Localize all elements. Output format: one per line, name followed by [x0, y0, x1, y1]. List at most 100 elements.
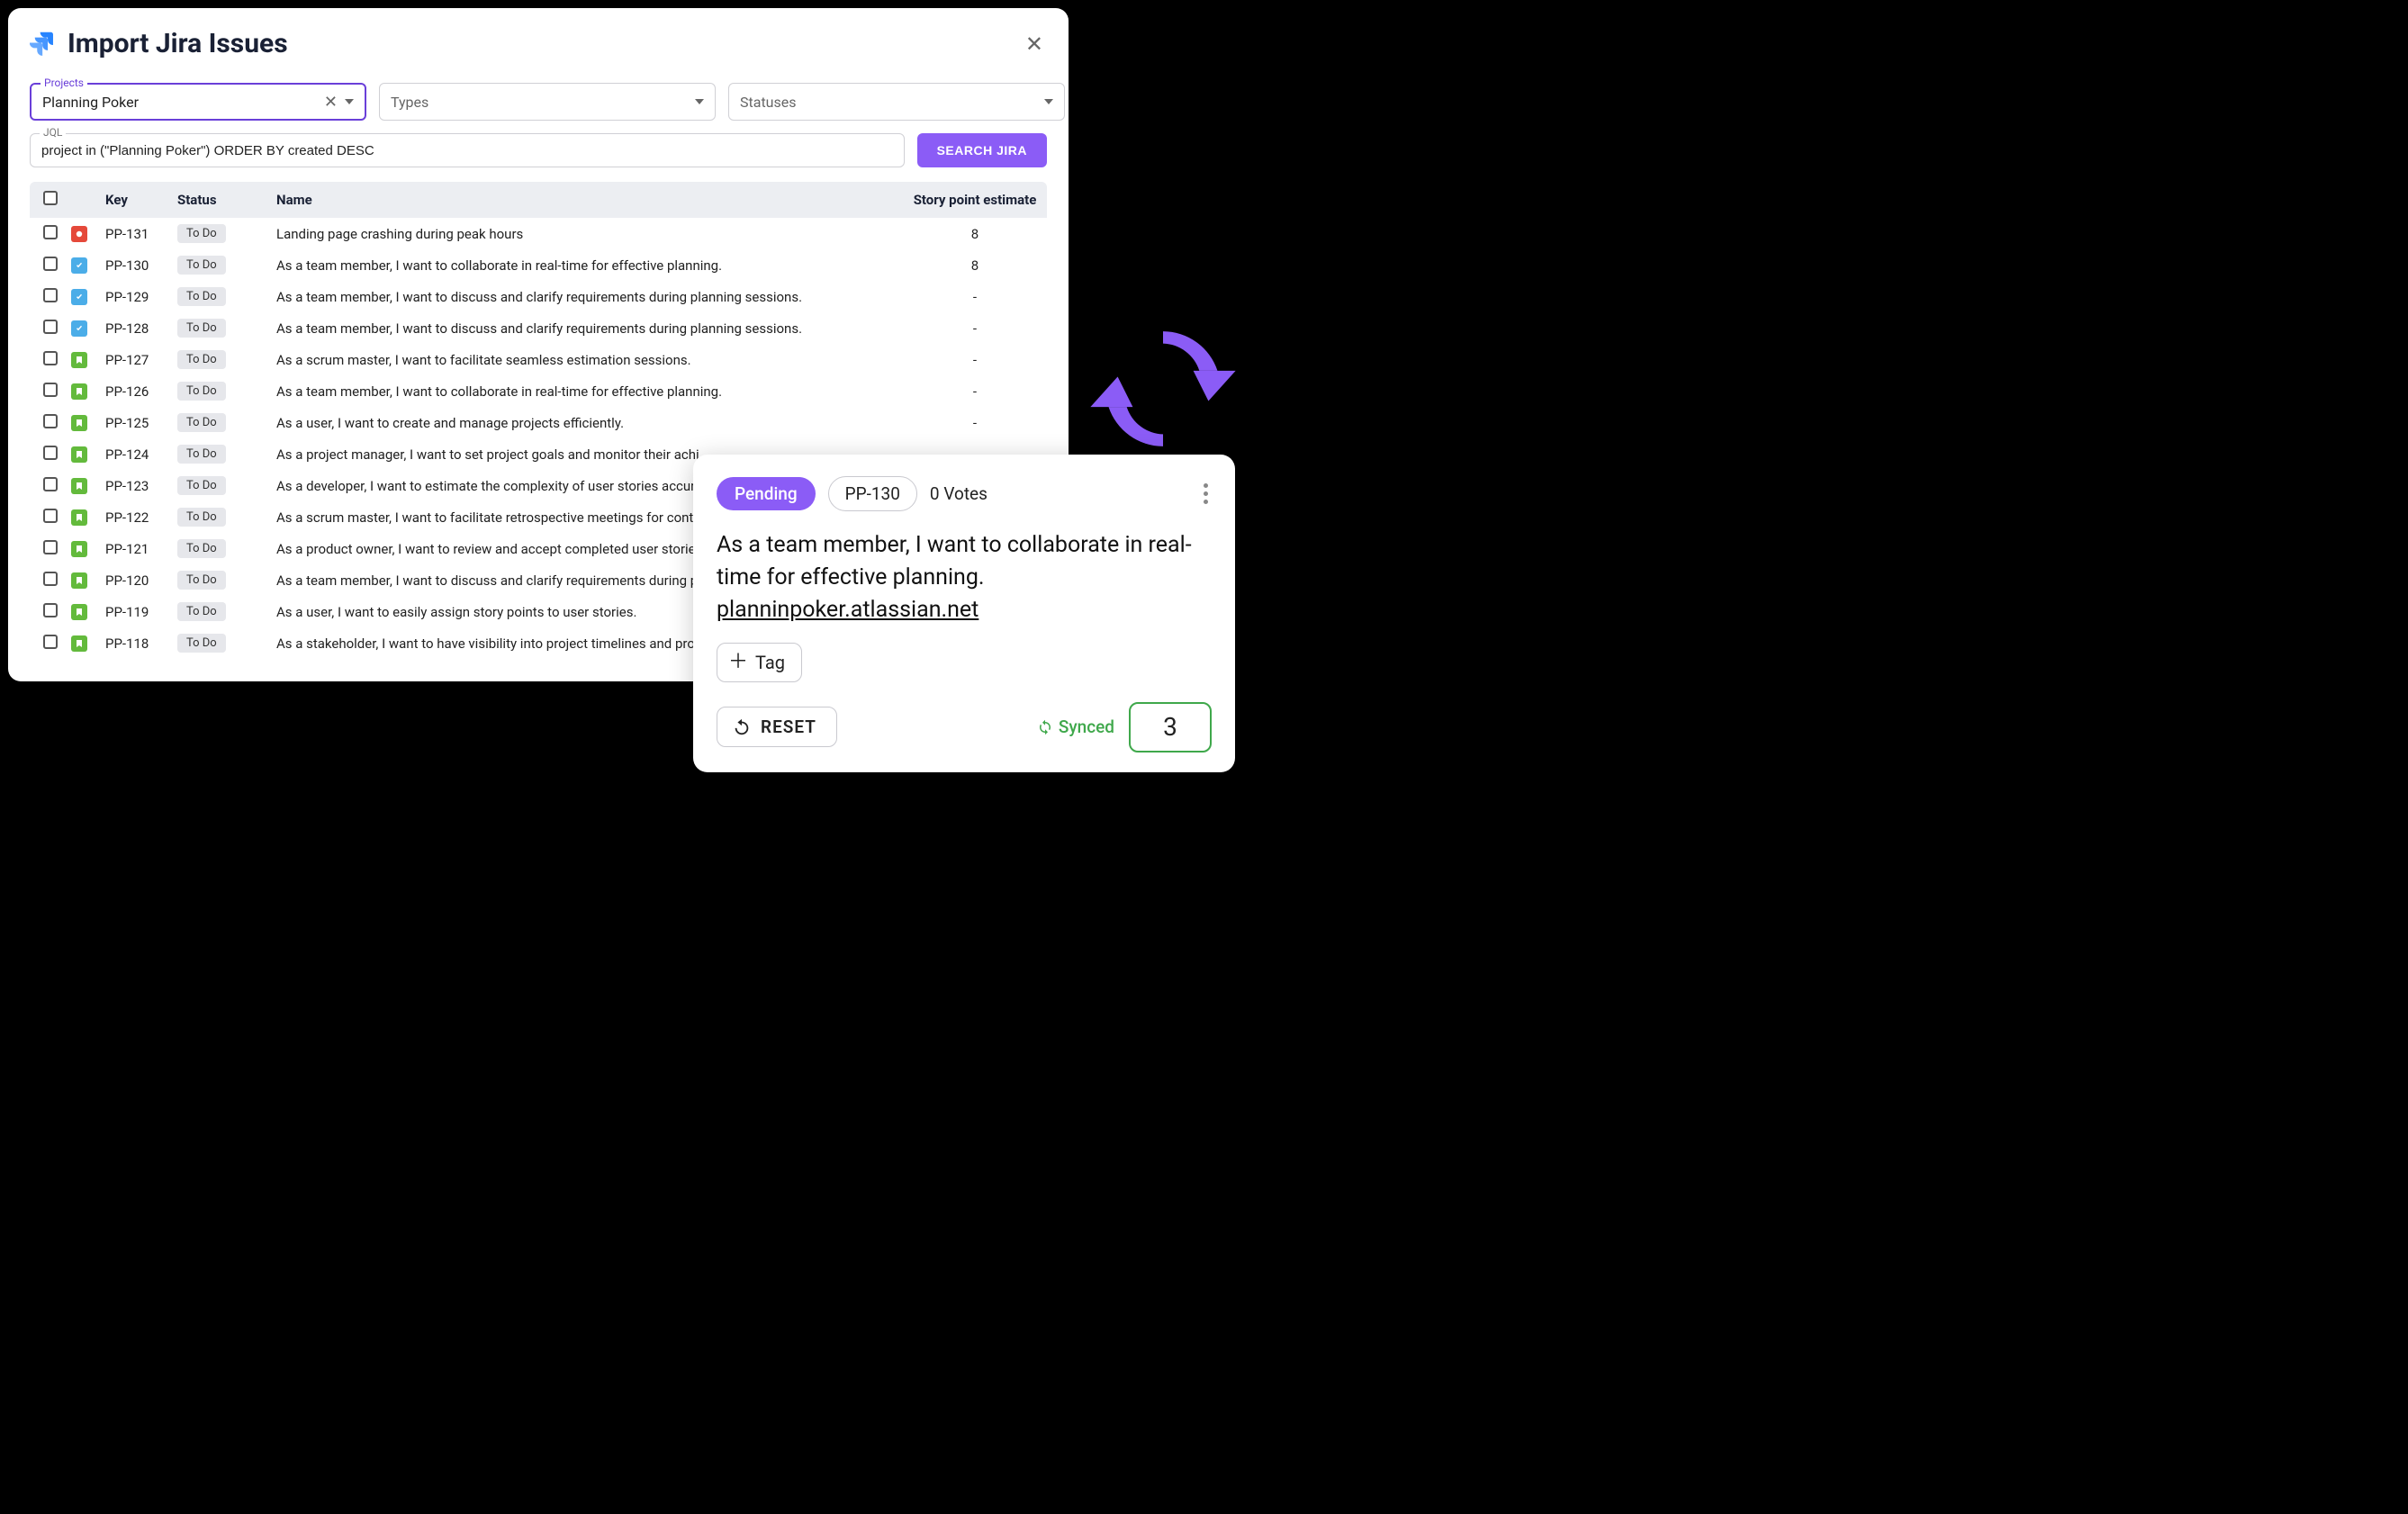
row-checkbox[interactable] [43, 540, 58, 554]
issue-key: PP-123 [98, 470, 170, 501]
add-tag-button[interactable]: ＋ Tag [717, 643, 802, 682]
issue-key: PP-121 [98, 533, 170, 564]
reset-icon [732, 717, 752, 737]
title-group: Import Jira Issues [30, 28, 288, 59]
projects-select[interactable]: Projects Planning Poker ✕ [30, 83, 366, 121]
col-key: Key [98, 182, 170, 218]
synced-group: Synced 3 [1037, 702, 1212, 752]
row-checkbox[interactable] [43, 635, 58, 649]
row-checkbox[interactable] [43, 572, 58, 586]
issue-key: PP-118 [98, 627, 170, 659]
issue-key: PP-130 [98, 249, 170, 281]
close-button[interactable]: ✕ [1022, 30, 1047, 59]
table-row[interactable]: PP-130 To Do As a team member, I want to c… [30, 249, 1047, 281]
table-row[interactable]: PP-128 To Do As a team member, I want to d… [30, 312, 1047, 344]
col-status: Status [170, 182, 269, 218]
sync-arrows-icon [1087, 313, 1239, 464]
status-badge: To Do [177, 287, 226, 306]
row-checkbox[interactable] [43, 288, 58, 302]
row-checkbox[interactable] [43, 225, 58, 239]
issue-key: PP-129 [98, 281, 170, 312]
story-type-icon [71, 635, 87, 652]
issue-name: As a team member, I want to discuss and … [269, 312, 903, 344]
issue-estimate: 8 [903, 218, 1047, 249]
story-type-icon [71, 541, 87, 557]
table-row[interactable]: PP-126 To Do As a team member, I want to c… [30, 375, 1047, 407]
status-badge: To Do [177, 350, 226, 369]
row-checkbox[interactable] [43, 603, 58, 617]
types-select[interactable]: Types [379, 83, 716, 121]
chevron-down-icon[interactable] [345, 99, 354, 104]
sync-icon [1037, 719, 1053, 735]
statuses-select[interactable]: Statuses [728, 83, 1065, 121]
table-row[interactable]: PP-129To DoAs a team member, I want to d… [30, 281, 1047, 312]
jql-label: JQL [40, 126, 66, 139]
row-checkbox[interactable] [43, 477, 58, 491]
projects-value: Planning Poker [42, 94, 324, 111]
status-badge: To Do [177, 634, 226, 653]
status-badge: To Do [177, 445, 226, 464]
issue-key-pill[interactable]: PP-130 [828, 476, 917, 511]
table-row[interactable]: PP-127To DoAs a scrum master, I want to … [30, 344, 1047, 375]
issue-key: PP-124 [98, 438, 170, 470]
status-badge: To Do [177, 382, 226, 401]
status-badge: To Do [177, 539, 226, 558]
chevron-down-icon[interactable] [695, 99, 704, 104]
task-type-icon [71, 320, 87, 337]
status-badge: To Do [177, 476, 226, 495]
issue-estimate: - [903, 344, 1047, 375]
reset-label: RESET [761, 716, 816, 737]
story-type-icon [71, 415, 87, 431]
status-pending-pill: Pending [717, 477, 816, 510]
issue-estimate: 8 [903, 249, 1047, 281]
issue-estimate: - [903, 281, 1047, 312]
synced-indicator: Synced [1037, 716, 1114, 737]
issue-key: PP-119 [98, 596, 170, 627]
story-type-icon [71, 478, 87, 494]
jql-row: JQL SEARCH JIRA [30, 133, 1047, 167]
tag-button-label: Tag [755, 652, 785, 673]
status-badge: To Do [177, 319, 226, 338]
issue-name: As a team member, I want to collaborate … [269, 249, 903, 281]
jql-input-wrap[interactable]: JQL [30, 133, 905, 167]
row-checkbox[interactable] [43, 320, 58, 334]
issue-key: PP-128 [98, 312, 170, 344]
story-type-icon [71, 446, 87, 463]
status-badge: To Do [177, 413, 226, 432]
issue-key: PP-126 [98, 375, 170, 407]
reset-button[interactable]: RESET [717, 707, 837, 747]
jql-input[interactable] [41, 143, 893, 158]
issue-name: Landing page crashing during peak hours [269, 218, 903, 249]
jira-instance-link[interactable]: planninpoker.atlassian.net [717, 597, 979, 623]
filters-row: Projects Planning Poker ✕ Types Statuses [30, 83, 1047, 121]
search-jira-button[interactable]: SEARCH JIRA [917, 133, 1047, 167]
issue-estimate: - [903, 312, 1047, 344]
modal-title: Import Jira Issues [68, 28, 288, 59]
row-checkbox[interactable] [43, 446, 58, 460]
status-badge: To Do [177, 224, 226, 243]
row-checkbox[interactable] [43, 351, 58, 365]
select-all-checkbox[interactable] [43, 191, 58, 205]
chevron-down-icon[interactable] [1044, 99, 1053, 104]
row-checkbox[interactable] [43, 383, 58, 397]
projects-clear-icon[interactable]: ✕ [324, 93, 338, 112]
row-checkbox[interactable] [43, 257, 58, 271]
table-row[interactable]: PP-125To DoAs a user, I want to create a… [30, 407, 1047, 438]
issue-estimate: - [903, 375, 1047, 407]
task-type-icon [71, 289, 87, 305]
table-row[interactable]: PP-131 To Do Landing page crashing during … [30, 218, 1047, 249]
row-checkbox[interactable] [43, 509, 58, 523]
issue-key: PP-131 [98, 218, 170, 249]
synced-label-text: Synced [1059, 716, 1114, 737]
status-badge: To Do [177, 602, 226, 621]
card-kebab-menu[interactable] [1200, 480, 1212, 508]
types-placeholder: Types [391, 94, 695, 111]
col-estimate: Story point estimate [903, 182, 1047, 218]
status-badge: To Do [177, 571, 226, 590]
issue-name: As a team member, I want to collaborate … [269, 375, 903, 407]
projects-label: Projects [41, 77, 87, 89]
estimate-value-box[interactable]: 3 [1129, 702, 1212, 752]
issue-key: PP-127 [98, 344, 170, 375]
row-checkbox[interactable] [43, 414, 58, 428]
status-badge: To Do [177, 256, 226, 275]
